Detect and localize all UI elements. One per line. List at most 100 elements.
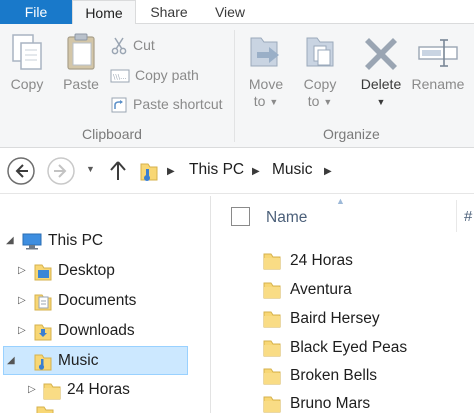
copy-to-label-1: Copy (303, 76, 337, 92)
forward-button-icon[interactable] (46, 156, 76, 186)
delete-dropdown-icon: ▼ (376, 96, 386, 107)
tab-view[interactable]: View (202, 0, 258, 24)
folder-icon (263, 311, 281, 328)
rename-button[interactable]: Rename (408, 32, 468, 93)
copy-button[interactable]: Copy (4, 32, 50, 93)
copy-path-button[interactable]: \\\... Copy path (110, 64, 199, 86)
breadcrumb-this-pc[interactable]: This PC (189, 161, 244, 179)
copy-path-icon: \\\... (110, 69, 130, 83)
breadcrumb-separator-icon[interactable]: ▶ (167, 166, 175, 177)
paste-shortcut-button[interactable]: Paste shortcut (110, 93, 223, 115)
column-header-name[interactable]: Name (266, 209, 307, 227)
tree-item-music[interactable]: ◢ Music (3, 346, 188, 375)
paste-button[interactable]: Paste (58, 32, 104, 93)
clipboard-group-label: Clipboard (82, 126, 142, 142)
column-header-number[interactable]: # (464, 208, 472, 225)
folder-icon (263, 282, 281, 299)
expanded-chevron-icon[interactable]: ◢ (7, 355, 15, 366)
cut-button[interactable]: Cut (110, 34, 155, 56)
move-to-folder-icon (250, 37, 279, 67)
collapsed-chevron-icon[interactable]: ▷ (18, 295, 26, 306)
move-to-dropdown-icon: ▼ (269, 96, 279, 107)
tab-file[interactable]: File (0, 0, 72, 24)
list-item-name: Aventura (290, 281, 352, 298)
paste-shortcut-label: Paste shortcut (133, 96, 223, 112)
copy-to-label-2: to (307, 93, 320, 109)
list-item-name: Baird Hersey (290, 310, 380, 327)
ribbon-tab-strip: File Home Share View (0, 0, 474, 25)
list-item-name: Broken Bells (290, 367, 378, 384)
ribbon-home: Copy Paste Cut \\\... Copy path Paste sh… (0, 24, 474, 148)
list-item-name: Bruno Mars (290, 395, 371, 412)
collapsed-chevron-icon[interactable]: ▷ (18, 325, 26, 336)
svg-text:\\\...: \\\... (113, 73, 127, 81)
column-divider[interactable] (456, 200, 457, 232)
delete-x-icon (365, 38, 397, 70)
tab-share[interactable]: Share (138, 0, 200, 24)
tree-label-this-pc: This PC (48, 232, 104, 249)
breadcrumb-music[interactable]: Music (272, 161, 312, 179)
folder-icon (263, 340, 281, 357)
address-bar[interactable]: ▶ This PC ▶ Music ▶ (135, 156, 474, 186)
collapsed-chevron-icon[interactable]: ▷ (18, 265, 26, 276)
scissors-icon (111, 37, 127, 55)
list-item-name: 24 Horas (290, 252, 353, 269)
recent-locations-chevron-icon[interactable]: ▼ (86, 164, 95, 174)
tab-home[interactable]: Home (72, 0, 136, 25)
tree-item-this-pc[interactable]: ◢ This PC (0, 227, 210, 256)
list-item[interactable]: Black Eyed Peas (211, 333, 474, 362)
copy-to-button[interactable]: Copy to ▼ (296, 32, 344, 111)
copy-to-dropdown-icon: ▼ (323, 96, 333, 107)
delete-button[interactable]: Delete ▼ (354, 32, 408, 111)
list-item-name: Black Eyed Peas (290, 339, 408, 356)
tree-label-documents: Documents (58, 292, 137, 309)
paste-shortcut-icon (111, 97, 127, 113)
music-folder-icon (34, 354, 52, 371)
tree-item-documents[interactable]: ▷ Documents (0, 287, 210, 316)
delete-label: Delete (360, 76, 402, 92)
copy-button-label: Copy (10, 76, 44, 92)
breadcrumb-separator-icon[interactable]: ▶ (324, 166, 332, 177)
move-to-label-1: Move (248, 76, 284, 92)
list-item[interactable]: Baird Hersey (211, 304, 474, 333)
collapsed-chevron-icon[interactable]: ▷ (28, 384, 36, 395)
list-item[interactable]: 24 Horas (211, 246, 474, 275)
back-button-icon[interactable] (6, 156, 36, 186)
downloads-folder-icon (34, 324, 52, 341)
list-item[interactable]: Bruno Mars (211, 389, 474, 413)
navigation-bar: ▼ ▶ This PC ▶ Music ▶ (0, 148, 474, 194)
folder-icon (263, 253, 281, 270)
copy-icon (12, 34, 42, 70)
paste-button-label: Paste (63, 76, 99, 92)
folder-icon (263, 368, 281, 385)
select-all-checkbox[interactable] (231, 207, 250, 226)
copy-to-folder-icon (306, 37, 334, 67)
tree-label-desktop: Desktop (58, 262, 115, 279)
rename-icon (418, 39, 458, 67)
navigation-pane: ◢ This PC ▷ Desktop ▷ Documents ▷ Downlo… (0, 196, 210, 413)
breadcrumb-separator-icon[interactable]: ▶ (252, 166, 260, 177)
folder-icon (263, 396, 281, 413)
tree-item-downloads[interactable]: ▷ Downloads (0, 317, 210, 346)
tree-label-music: Music (58, 352, 99, 369)
list-item[interactable]: Broken Bells (211, 361, 474, 390)
desktop-folder-icon (34, 264, 52, 281)
computer-icon (22, 233, 42, 250)
documents-folder-icon (34, 294, 52, 311)
address-bar-border (0, 193, 474, 194)
move-to-label-2: to (253, 93, 266, 109)
tree-item-desktop[interactable]: ▷ Desktop (0, 257, 210, 286)
rename-label: Rename (411, 76, 465, 92)
up-arrow-icon[interactable] (108, 160, 128, 182)
expanded-chevron-icon[interactable]: ◢ (6, 235, 14, 246)
folder-icon (36, 406, 54, 413)
clipboard-paste-icon (67, 33, 95, 70)
organize-group-label: Organize (323, 126, 380, 142)
move-to-button[interactable]: Move to ▼ (242, 32, 290, 111)
cut-label: Cut (133, 37, 155, 53)
copy-path-label: Copy path (135, 67, 199, 83)
tree-item-24-horas[interactable]: ▷ 24 Horas (0, 376, 210, 405)
list-item[interactable]: Aventura (211, 275, 474, 304)
folder-icon (43, 383, 61, 400)
file-list: ▲ Name # 24 Horas Aventura Baird Hersey … (211, 196, 474, 413)
